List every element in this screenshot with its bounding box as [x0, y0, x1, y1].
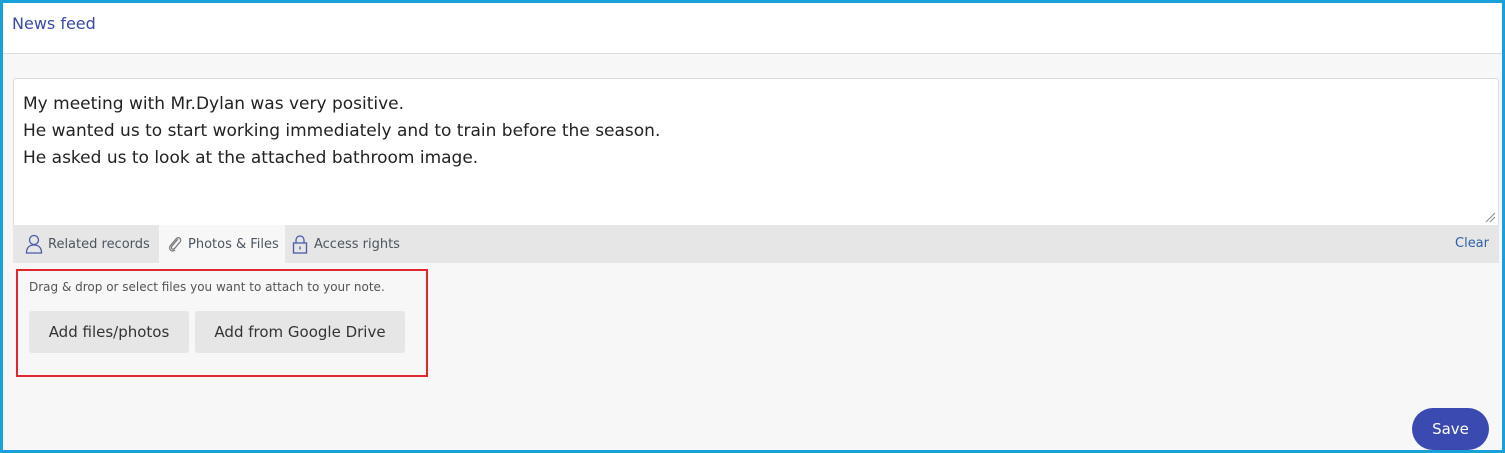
attach-files-panel: Drag & drop or select files you want to … [16, 269, 428, 377]
tab-access-rights[interactable]: Access rights [285, 225, 410, 263]
note-line: My meeting with Mr.Dylan was very positi… [23, 94, 405, 114]
tab-label: Photos & Files [188, 236, 279, 252]
clear-link[interactable]: Clear [1455, 236, 1489, 251]
note-textarea[interactable]: My meeting with Mr.Dylan was very positi… [13, 78, 1499, 225]
add-from-google-drive-button[interactable]: Add from Google Drive [195, 311, 405, 353]
page-title: News feed [12, 14, 96, 33]
note-line: He asked us to look at the attached bath… [23, 148, 479, 168]
news-feed-panel: News feed My meeting with Mr.Dylan was v… [0, 0, 1505, 453]
tab-label: Related records [48, 236, 150, 252]
tab-related-records[interactable]: Related records [13, 225, 159, 263]
person-icon [25, 234, 43, 254]
lock-icon [292, 235, 308, 254]
note-text: My meeting with Mr.Dylan was very positi… [23, 91, 660, 172]
tab-photos-files[interactable]: Photos & Files [159, 225, 285, 263]
paperclip-icon [169, 237, 182, 252]
add-files-button[interactable]: Add files/photos [29, 311, 189, 353]
save-button[interactable]: Save [1412, 408, 1489, 450]
note-line: He wanted us to start working immediatel… [23, 121, 661, 141]
tab-label: Access rights [314, 236, 400, 252]
note-toolbar: Related records Photos & Files Access ri… [13, 225, 1499, 263]
resize-handle-icon[interactable] [1484, 211, 1496, 223]
drop-hint: Drag & drop or select files you want to … [29, 280, 385, 294]
panel-header: News feed [3, 3, 1502, 54]
